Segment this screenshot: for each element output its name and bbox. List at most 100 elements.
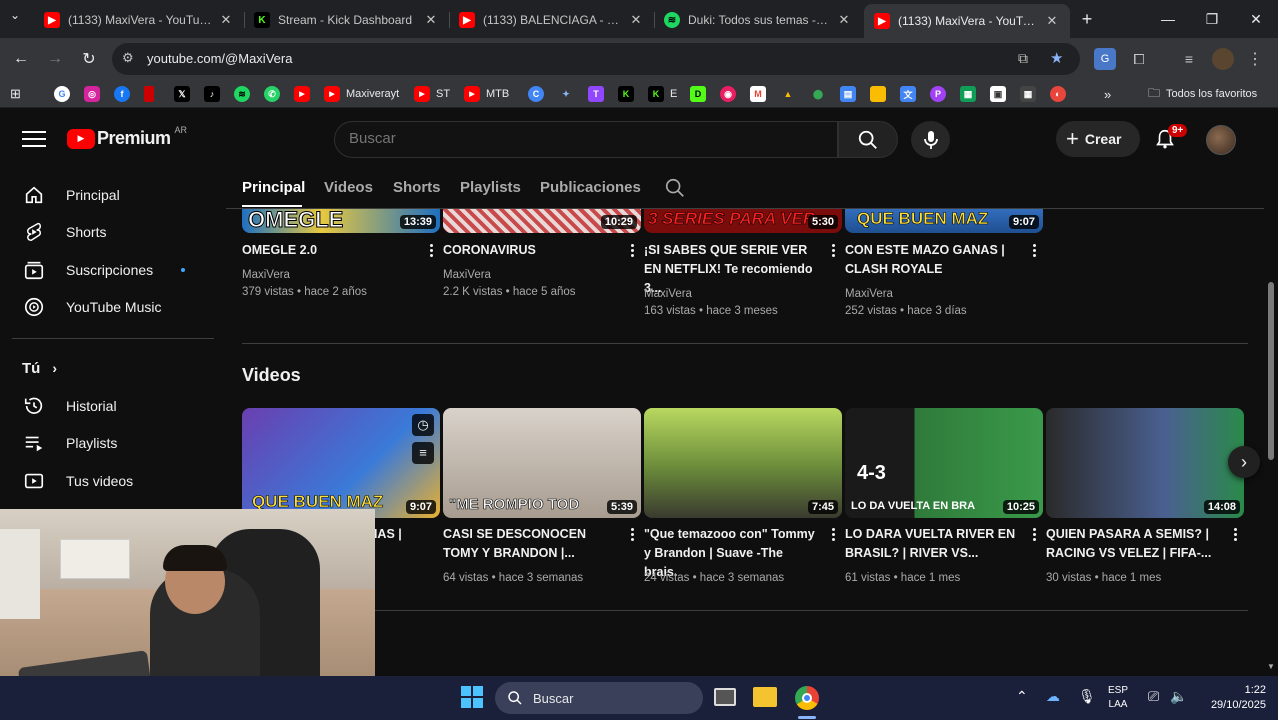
page-scrollbar[interactable]: ▼ [1264, 170, 1278, 676]
bookmark-instagram[interactable]: ◎ [84, 85, 106, 103]
video-thumbnail[interactable]: 3 SERIES PARA VER 5:30 [644, 209, 842, 233]
start-button[interactable] [461, 686, 483, 708]
show-hidden-icons-icon[interactable]: ⌃ [1016, 688, 1028, 705]
site-info-icon[interactable]: ⚙ [122, 50, 134, 66]
bookmark-spotify[interactable]: ≋ [234, 85, 256, 103]
close-tab-icon[interactable]: ✕ [218, 12, 234, 28]
tab-videos[interactable]: Videos [324, 179, 373, 196]
hamburger-menu-icon[interactable] [22, 128, 46, 148]
video-thumbnail[interactable]: 7:45 [644, 408, 842, 518]
address-bar[interactable]: ⚙ youtube.com/@MaxiVera ⧉ ★ [112, 43, 1080, 75]
tab-publicaciones[interactable]: Publicaciones [540, 179, 641, 196]
video-menu-icon[interactable] [826, 240, 840, 260]
video-title[interactable]: OMEGLE 2.0 [242, 241, 417, 260]
search-input[interactable] [349, 130, 819, 147]
restore-button[interactable]: ❐ [1190, 0, 1234, 38]
video-title[interactable]: QUIEN PASARA A SEMIS? | RACING VS VELEZ … [1046, 525, 1221, 563]
bookmark-gemini[interactable]: ✦ [558, 85, 580, 103]
video-menu-icon[interactable] [625, 524, 639, 544]
video-thumbnail[interactable]: OMEGLE 13:39 [242, 209, 440, 233]
extensions-icon[interactable]: ⧠ [1128, 48, 1150, 70]
account-avatar[interactable] [1206, 125, 1236, 155]
video-thumbnail[interactable]: 14:08 [1046, 408, 1244, 518]
install-app-icon[interactable]: ⧉ [1018, 50, 1028, 67]
bookmark-sheets[interactable]: ▦ [960, 85, 982, 103]
video-title[interactable]: CORONAVIRUS [443, 241, 618, 260]
video-thumbnail[interactable]: 10:29 [443, 209, 641, 233]
videos-shelf-heading[interactable]: Videos [242, 365, 301, 386]
sidebar-item-playlists[interactable]: Playlists [12, 424, 212, 462]
close-tab-icon[interactable]: ✕ [423, 12, 439, 28]
bookmark-x[interactable]: 𝕏 [174, 85, 196, 103]
video-title[interactable]: LO DARA VUELTA RIVER EN BRASIL? | RIVER … [845, 525, 1020, 563]
bookmark-chrome[interactable]: C [528, 85, 550, 103]
video-menu-icon[interactable] [1228, 524, 1242, 544]
tab-principal[interactable]: Principal [242, 179, 305, 196]
bookmark-docs[interactable]: ▤ [840, 85, 862, 103]
close-tab-icon[interactable]: ✕ [836, 12, 852, 28]
bookmark-mtb[interactable]: ▶ MTB [464, 85, 509, 103]
minimize-button[interactable]: — [1146, 0, 1190, 38]
voice-search-button[interactable] [911, 121, 950, 158]
reload-button[interactable]: ↻ [76, 46, 102, 72]
sidebar-item-historial[interactable]: Historial [12, 387, 212, 425]
sidebar-item-youtube-music[interactable]: YouTube Music [12, 288, 212, 326]
video-menu-icon[interactable] [625, 240, 639, 260]
channel-search-icon[interactable] [664, 177, 686, 204]
video-title[interactable]: CON ESTE MAZO GANAS | CLASH ROYALE [845, 241, 1020, 279]
youtube-premium-logo[interactable]: ▶ Premium AR [67, 125, 187, 149]
bookmark-extra[interactable]: ◐ [1050, 85, 1072, 103]
bookmark-image[interactable]: ▣ [990, 85, 1012, 103]
channel-name[interactable]: MaxiVera [644, 286, 692, 303]
bookmark-google[interactable]: G [54, 85, 76, 103]
channel-name[interactable]: MaxiVera [242, 267, 290, 284]
tab-playlists[interactable]: Playlists [460, 179, 521, 196]
network-icon[interactable]: ⎚ [1148, 688, 1159, 705]
video-menu-icon[interactable] [826, 524, 840, 544]
bookmark-translate[interactable]: 文 [900, 85, 922, 103]
sidebar-item-principal[interactable]: Principal [12, 176, 212, 214]
more-bookmarks-icon[interactable]: » [1104, 85, 1111, 103]
clock[interactable]: 1:22 29/10/2025 [1196, 683, 1266, 713]
forward-button[interactable]: → [42, 46, 68, 72]
search-button[interactable] [838, 121, 898, 158]
bookmark-drive[interactable]: ▲ [780, 85, 802, 103]
bookmark-d[interactable]: D [690, 85, 712, 103]
browser-tab[interactable]: ≋ Duki: Todos sus temas - pla ✕ [654, 6, 862, 34]
bookmark-kick-e[interactable]: KE [648, 85, 677, 103]
bookmark-st[interactable]: ▶ ST [414, 85, 450, 103]
chrome-taskbar-icon[interactable] [795, 686, 819, 710]
bookmark-red[interactable] [144, 85, 160, 103]
shelf-next-button[interactable]: › [1228, 446, 1260, 478]
browser-tab-active[interactable]: ▶ (1133) MaxiVera - YouTube ✕ [864, 4, 1070, 38]
bookmark-calc[interactable]: ▦ [1020, 85, 1042, 103]
watch-later-icon[interactable]: ◷ [412, 414, 434, 436]
tab-shorts[interactable]: Shorts [393, 179, 441, 196]
channel-name[interactable]: MaxiVera [845, 286, 893, 303]
task-view-icon[interactable] [714, 688, 736, 706]
file-explorer-icon[interactable] [753, 687, 777, 707]
video-thumbnail[interactable]: 4-3 LO DA VUELTA EN BRA 10:25 [845, 408, 1043, 518]
video-thumbnail[interactable]: QUE BUEN MAZ ◷ ≡ 9:07 [242, 408, 440, 518]
bookmark-facebook[interactable]: f [114, 85, 136, 103]
bookmark-youtube[interactable]: ▶ [294, 85, 316, 103]
chrome-menu-icon[interactable]: ⋮ [1244, 48, 1266, 70]
video-menu-icon[interactable] [1027, 524, 1041, 544]
create-button[interactable]: + Crear [1056, 121, 1140, 157]
onedrive-icon[interactable]: ☁ [1046, 688, 1060, 705]
bookmark-maxiverayt[interactable]: ▶ Maxiverayt [324, 85, 399, 103]
sidebar-you-section[interactable]: Tú › [12, 349, 212, 387]
apps-grid-icon[interactable]: ⊞ [10, 85, 21, 103]
channel-name[interactable]: MaxiVera [443, 267, 491, 284]
bookmark-gmail[interactable]: M [750, 85, 772, 103]
sidebar-item-shorts[interactable]: Shorts [12, 213, 212, 251]
browser-tab[interactable]: ▶ (1133) MaxiVera - YouTube ✕ [34, 6, 244, 34]
profile-avatar[interactable] [1212, 48, 1234, 70]
bookmark-kick[interactable]: K [618, 85, 640, 103]
new-tab-button[interactable]: + [1076, 8, 1098, 30]
close-tab-icon[interactable]: ✕ [628, 12, 644, 28]
video-thumbnail[interactable]: QUE BUEN MAZ 9:07 [845, 209, 1043, 233]
sidebar-item-tus-videos[interactable]: Tus videos [12, 462, 212, 500]
search-box[interactable] [334, 121, 838, 158]
bookmark-keep[interactable] [870, 85, 892, 103]
